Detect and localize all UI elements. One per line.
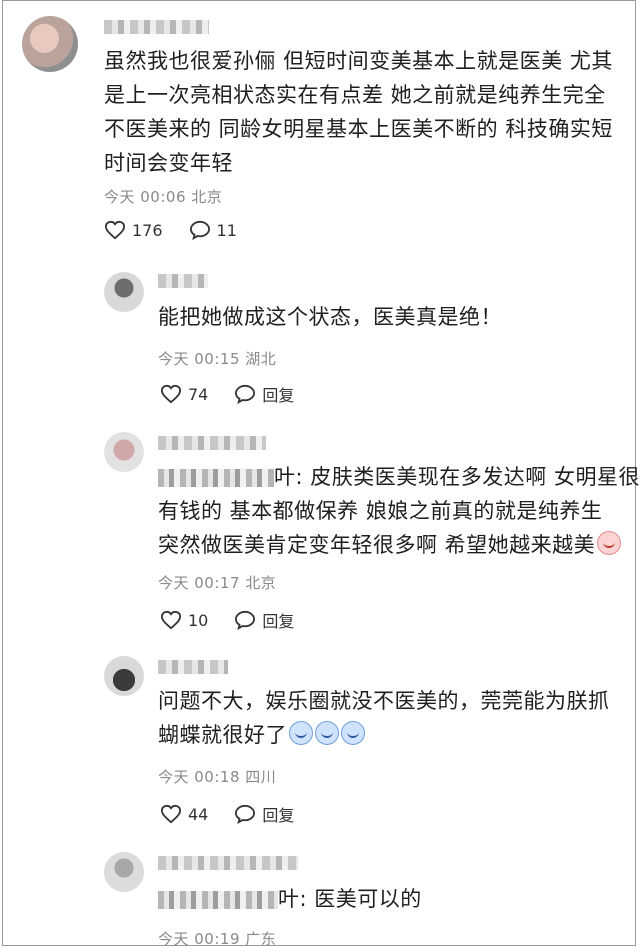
reply-label: 回复 bbox=[262, 612, 295, 631]
like-button[interactable]: 74 bbox=[160, 384, 208, 404]
heart-outline-icon bbox=[160, 610, 182, 630]
heart-outline-icon bbox=[160, 804, 182, 824]
comment-line: 是上一次亮相状态实在有点差 她之前就是纯养生完全 bbox=[104, 83, 606, 107]
reply-button[interactable]: 回复 bbox=[234, 382, 294, 406]
like-count: 176 bbox=[132, 220, 163, 240]
emoji-icon bbox=[341, 721, 365, 745]
reply-meta: 今天 00:15 湖北 bbox=[158, 350, 277, 368]
reply-line: 蝴蝶就很好了 bbox=[158, 720, 365, 750]
username-blurred[interactable] bbox=[158, 274, 208, 288]
reply-line: 突然做医美肯定变年轻很多啊 希望她越来越美 bbox=[158, 530, 622, 560]
like-count: 74 bbox=[188, 384, 209, 404]
quoted-username-blurred bbox=[158, 469, 274, 487]
speech-bubble-icon bbox=[235, 804, 256, 824]
quoted-username-blurred bbox=[158, 891, 278, 909]
reply-line: 问题不大，娱乐圈就没不医美的，莞莞能为朕抓 bbox=[158, 689, 610, 713]
emoji-icon bbox=[597, 531, 622, 555]
reply-label: 回复 bbox=[262, 386, 295, 405]
quote-prefix: 叶: bbox=[278, 887, 315, 911]
like-count: 44 bbox=[188, 804, 209, 824]
like-button[interactable]: 176 bbox=[104, 220, 163, 240]
quote-prefix: 叶: bbox=[274, 465, 311, 489]
reply-line-text: 突然做医美肯定变年轻很多啊 希望她越来越美 bbox=[158, 533, 596, 557]
reply-label: 回复 bbox=[262, 806, 295, 825]
like-count: 10 bbox=[188, 610, 209, 630]
emoji-icon bbox=[315, 721, 339, 745]
comment-line: 不医美来的 同龄女明星基本上医美不断的 科技确实短 bbox=[104, 117, 613, 141]
emoji-icon bbox=[289, 721, 313, 745]
reply-text: 能把她做成这个状态，医美真是绝！ bbox=[158, 305, 502, 329]
reply-text: 叶: 医美可以的 bbox=[158, 884, 422, 914]
speech-bubble-icon bbox=[235, 384, 256, 404]
username-blurred[interactable] bbox=[158, 856, 298, 870]
reply-line: 皮肤类医美现在多发达啊 女明星很 bbox=[310, 465, 640, 489]
reply-line-text: 蝴蝶就很好了 bbox=[158, 723, 287, 747]
heart-outline-icon bbox=[160, 384, 182, 404]
username-blurred[interactable] bbox=[104, 20, 209, 34]
like-button[interactable]: 44 bbox=[160, 804, 208, 824]
reply-actions: 10 回复 bbox=[160, 608, 320, 632]
reply-count: 11 bbox=[216, 220, 237, 240]
comment-line: 时间会变年轻 bbox=[104, 151, 233, 175]
avatar[interactable] bbox=[104, 656, 144, 696]
avatar[interactable] bbox=[104, 852, 144, 892]
reply-actions: 44 回复 bbox=[160, 802, 320, 826]
speech-bubble-icon bbox=[235, 610, 256, 630]
reply-line: 有钱的 基本都做保养 娘娘之前真的就是纯养生 bbox=[158, 499, 603, 523]
reply-text: 叶: 皮肤类医美现在多发达啊 女明星很 bbox=[158, 462, 640, 492]
reply-meta: 今天 00:19 广东 bbox=[158, 930, 277, 948]
username-blurred[interactable] bbox=[158, 436, 266, 450]
reply-meta: 今天 00:17 北京 bbox=[158, 574, 277, 592]
username-blurred[interactable] bbox=[158, 660, 228, 674]
heart-outline-icon bbox=[104, 220, 126, 240]
avatar[interactable] bbox=[104, 272, 144, 312]
comment-line: 虽然我也很爱孙俪 但短时间变美基本上就是医美 尤其 bbox=[104, 49, 613, 73]
reply-actions: 74 回复 bbox=[160, 382, 320, 406]
comment-meta: 今天 00:06 北京 bbox=[104, 188, 223, 206]
speech-bubble-icon bbox=[189, 220, 210, 240]
avatar[interactable] bbox=[22, 16, 78, 72]
reply-button[interactable]: 回复 bbox=[234, 802, 294, 826]
like-button[interactable]: 10 bbox=[160, 610, 208, 630]
reply-button[interactable]: 回复 bbox=[234, 608, 294, 632]
comment-actions: 176 11 bbox=[104, 220, 263, 240]
reply-meta: 今天 00:18 四川 bbox=[158, 768, 277, 786]
reply-count-button[interactable]: 11 bbox=[189, 220, 237, 240]
reply-line: 医美可以的 bbox=[314, 887, 422, 911]
avatar[interactable] bbox=[104, 432, 144, 472]
